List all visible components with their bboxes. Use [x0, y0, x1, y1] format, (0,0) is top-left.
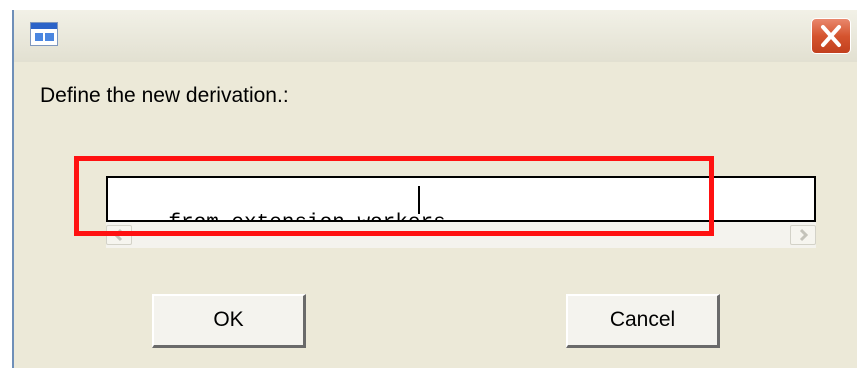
derivation-dialog: Define the new derivation.: from extensi… [12, 10, 857, 368]
title-bar[interactable] [14, 10, 857, 62]
ok-button[interactable]: OK [152, 294, 306, 348]
scroll-right-button[interactable] [790, 225, 816, 245]
close-icon [821, 25, 841, 47]
highlight-box [74, 156, 714, 236]
close-button[interactable] [811, 18, 851, 54]
prompt-label: Define the new derivation.: [40, 84, 289, 107]
app-window-icon [30, 22, 58, 46]
scroll-right-arrow-icon [799, 228, 809, 242]
cancel-button[interactable]: Cancel [566, 294, 720, 348]
